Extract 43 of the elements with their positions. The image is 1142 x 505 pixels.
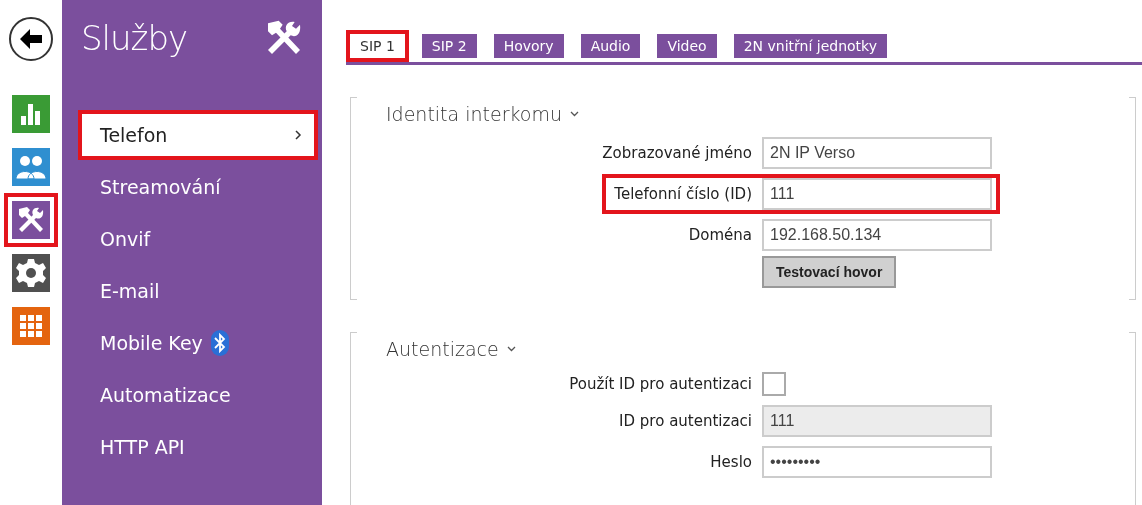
field-label: Doména <box>688 226 752 244</box>
section-heading[interactable]: Autentizace <box>386 338 516 360</box>
input-field[interactable]: 111 <box>762 178 992 210</box>
input-field[interactable]: 192.168.50.134 <box>762 219 992 251</box>
menu-item[interactable]: Streamování <box>78 162 318 212</box>
menu-item[interactable]: Telefon <box>78 110 318 160</box>
bar-chart-icon[interactable] <box>12 95 50 133</box>
field-label: ID pro autentizaci <box>619 412 752 430</box>
field-label: Zobrazované jméno <box>602 144 752 162</box>
menu-item-label: Automatizace <box>100 384 231 406</box>
tab[interactable]: Hovory <box>493 34 564 58</box>
menu-item-label: Onvif <box>100 228 151 250</box>
chevron-down-icon <box>570 111 580 117</box>
menu-item[interactable]: Automatizace <box>78 370 318 420</box>
tab[interactable]: Video <box>657 34 717 58</box>
tab[interactable]: Audio <box>580 34 641 58</box>
menu-item-label: Telefon <box>100 124 168 146</box>
menu-item[interactable]: Onvif <box>78 214 318 264</box>
field-label: Telefonní číslo (ID) <box>614 185 752 203</box>
chevron-down-icon <box>506 346 516 352</box>
input-field[interactable]: ••••••••• <box>762 446 992 478</box>
tab[interactable]: SIP 2 <box>421 34 477 58</box>
test-call-button[interactable]: Testovací hovor <box>762 256 897 288</box>
field-label: Použít ID pro autentizaci <box>569 375 752 393</box>
gear-icon[interactable] <box>12 254 50 292</box>
input-field[interactable]: 2N IP Verso <box>762 137 992 169</box>
menu-item-label: E-mail <box>100 280 160 302</box>
users-icon[interactable] <box>12 148 50 186</box>
menu-item[interactable]: HTTP API <box>78 422 318 472</box>
menu-item-label: Mobile Key <box>100 332 203 354</box>
section-title: Služby <box>81 18 188 58</box>
tools-icon[interactable] <box>12 201 50 239</box>
grid-icon[interactable] <box>12 307 50 345</box>
checkbox[interactable] <box>762 372 786 396</box>
chevron-right-icon <box>294 129 302 141</box>
menu-item[interactable]: Mobile Key <box>78 318 318 368</box>
menu-item-label: HTTP API <box>100 436 185 458</box>
section-heading[interactable]: Identita interkomu <box>386 103 580 125</box>
field-label: Heslo <box>710 453 752 471</box>
menu-item[interactable]: E-mail <box>78 266 318 316</box>
menu-item-label: Streamování <box>100 176 221 198</box>
tab[interactable]: 2N vnitřní jednotky <box>733 34 887 58</box>
bluetooth-icon <box>210 330 229 356</box>
